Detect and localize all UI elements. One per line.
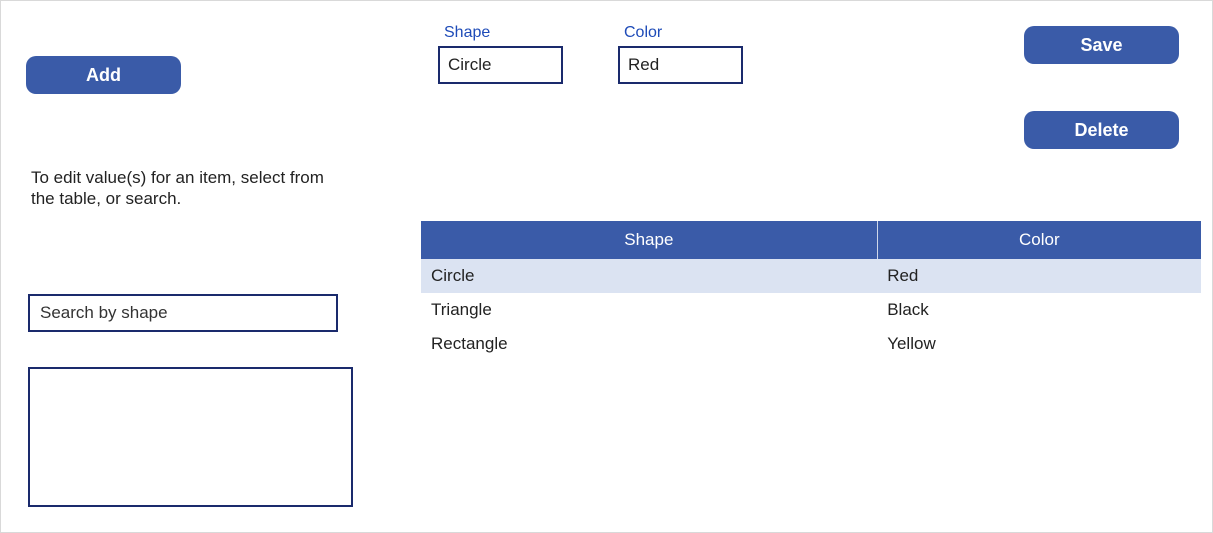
cell-shape: Circle (421, 259, 877, 293)
cell-shape: Rectangle (421, 327, 877, 361)
add-button[interactable]: Add (26, 56, 181, 94)
delete-button[interactable]: Delete (1024, 111, 1179, 149)
th-color: Color (877, 221, 1201, 259)
shape-label: Shape (438, 24, 563, 42)
table-header-row: Shape Color (421, 221, 1201, 259)
save-button[interactable]: Save (1024, 26, 1179, 64)
table-row[interactable]: Triangle Black (421, 293, 1201, 327)
search-results-box[interactable] (28, 367, 353, 507)
th-shape: Shape (421, 221, 877, 259)
table-row[interactable]: Circle Red (421, 259, 1201, 293)
search-input[interactable] (28, 294, 338, 332)
app-frame: Add Save Delete Shape Color To edit valu… (0, 0, 1213, 533)
color-input[interactable] (618, 46, 743, 84)
color-field-group: Color (618, 24, 743, 84)
help-text: To edit value(s) for an item, select fro… (31, 167, 331, 210)
cell-color: Red (877, 259, 1201, 293)
shapes-table: Shape Color Circle Red Triangle Black Re… (421, 221, 1201, 361)
cell-color: Black (877, 293, 1201, 327)
table-row[interactable]: Rectangle Yellow (421, 327, 1201, 361)
cell-shape: Triangle (421, 293, 877, 327)
shape-input[interactable] (438, 46, 563, 84)
cell-color: Yellow (877, 327, 1201, 361)
shape-field-group: Shape (438, 24, 563, 84)
color-label: Color (618, 24, 743, 42)
